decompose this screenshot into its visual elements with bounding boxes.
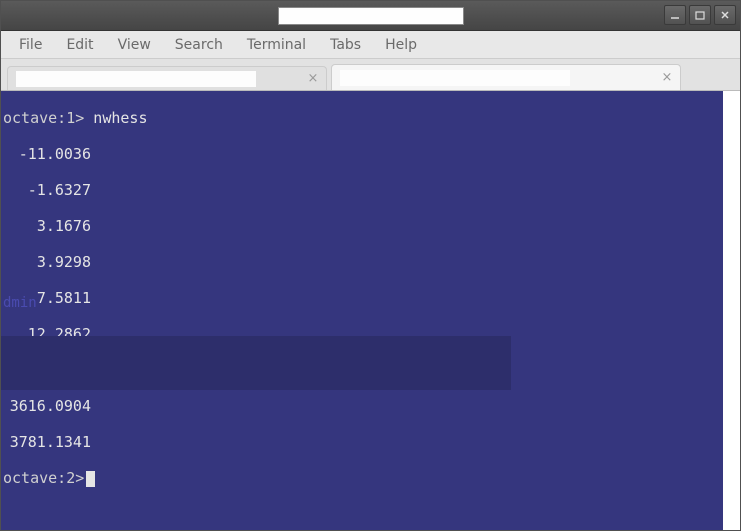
menu-terminal[interactable]: Terminal [235,33,318,57]
menu-help[interactable]: Help [373,33,429,57]
output-value: 3.9298 [3,253,91,271]
terminal-viewport: octave:1> nwhess -11.0036 -1.6327 3.1676… [1,91,740,530]
output-value: 3616.0904 [3,397,91,415]
menu-edit[interactable]: Edit [54,33,105,57]
tab-title-placeholder [16,71,256,87]
maximize-button[interactable] [689,5,711,25]
overlay-panel [1,336,511,390]
tab-1[interactable]: × [7,66,327,90]
output-value: -11.0036 [3,145,91,163]
menu-file[interactable]: File [7,33,54,57]
command-text: nwhess [84,109,147,127]
prompt: octave:2> [3,469,84,487]
cursor [86,471,95,487]
terminal[interactable]: octave:1> nwhess -11.0036 -1.6327 3.1676… [1,91,723,530]
tab-close-icon[interactable]: × [660,71,674,85]
ghost-text: dmin [3,294,37,312]
tab-2-active[interactable]: × [331,64,681,90]
output-value: -1.6327 [3,181,91,199]
window-controls [664,5,736,25]
minimize-button[interactable] [664,5,686,25]
menu-view[interactable]: View [106,33,163,57]
menubar: File Edit View Search Terminal Tabs Help [1,31,740,59]
app-window: File Edit View Search Terminal Tabs Help… [0,0,741,531]
menu-tabs[interactable]: Tabs [318,33,373,57]
output-value: 3781.1341 [3,433,91,451]
prompt: octave:1> [3,109,84,127]
window-title-placeholder [278,7,464,25]
tab-close-icon[interactable]: × [306,72,320,86]
output-value: 3.1676 [3,217,91,235]
close-button[interactable] [714,5,736,25]
titlebar[interactable] [1,1,740,31]
tab-title-placeholder [340,70,570,86]
menu-search[interactable]: Search [163,33,235,57]
tabbar: × × [1,59,740,91]
